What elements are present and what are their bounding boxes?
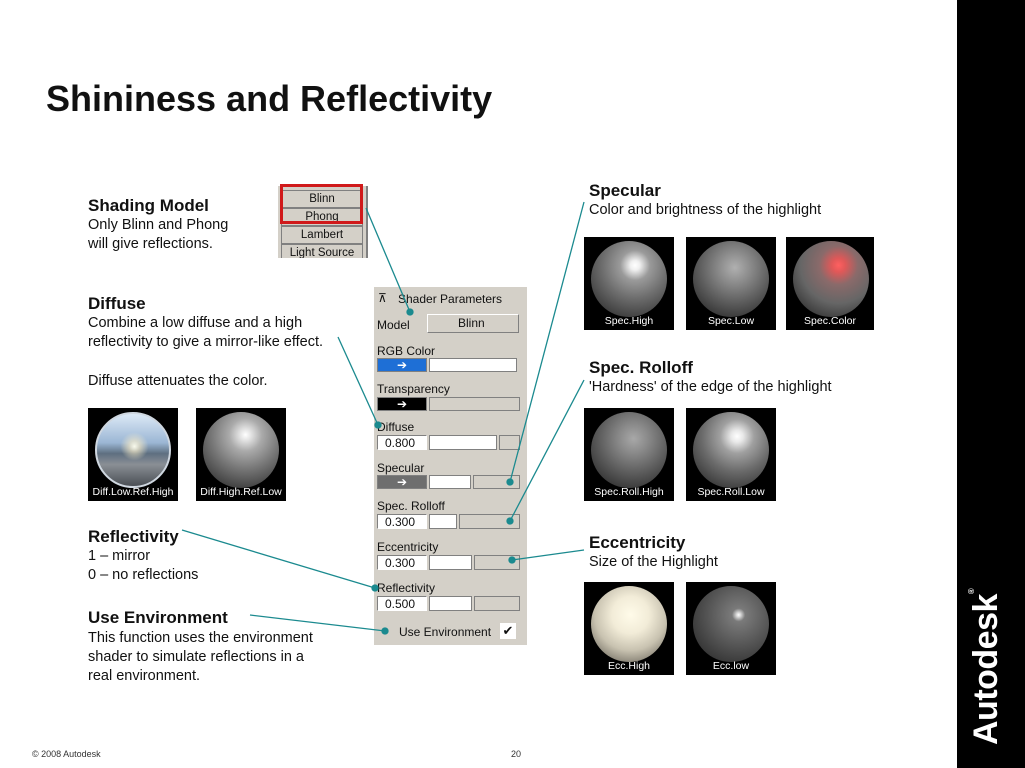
- footer-copyright: © 2008 Autodesk: [32, 749, 101, 759]
- leader-line-diffuse: [337, 336, 379, 426]
- brand-text: Autodesk: [967, 594, 1005, 745]
- leader-line-specular: [509, 201, 585, 483]
- registered-mark: ®: [967, 588, 976, 595]
- leader-line-use-environment: [249, 614, 386, 632]
- leader-line-shading-model: [365, 207, 411, 313]
- leader-dot: [406, 308, 414, 316]
- leader-dot: [374, 421, 382, 429]
- leader-line-rolloff: [509, 379, 585, 522]
- leader-line-eccentricity: [511, 549, 585, 561]
- leader-dot: [381, 627, 389, 635]
- leader-dot: [506, 517, 514, 525]
- leader-lines: [181, 201, 585, 635]
- autodesk-logo: Autodesk®: [967, 589, 1006, 745]
- page-number: 20: [511, 749, 522, 759]
- leader-dot: [508, 556, 516, 564]
- leader-line-reflectivity: [181, 529, 376, 589]
- leader-dot: [506, 478, 514, 486]
- leader-dot: [371, 584, 379, 592]
